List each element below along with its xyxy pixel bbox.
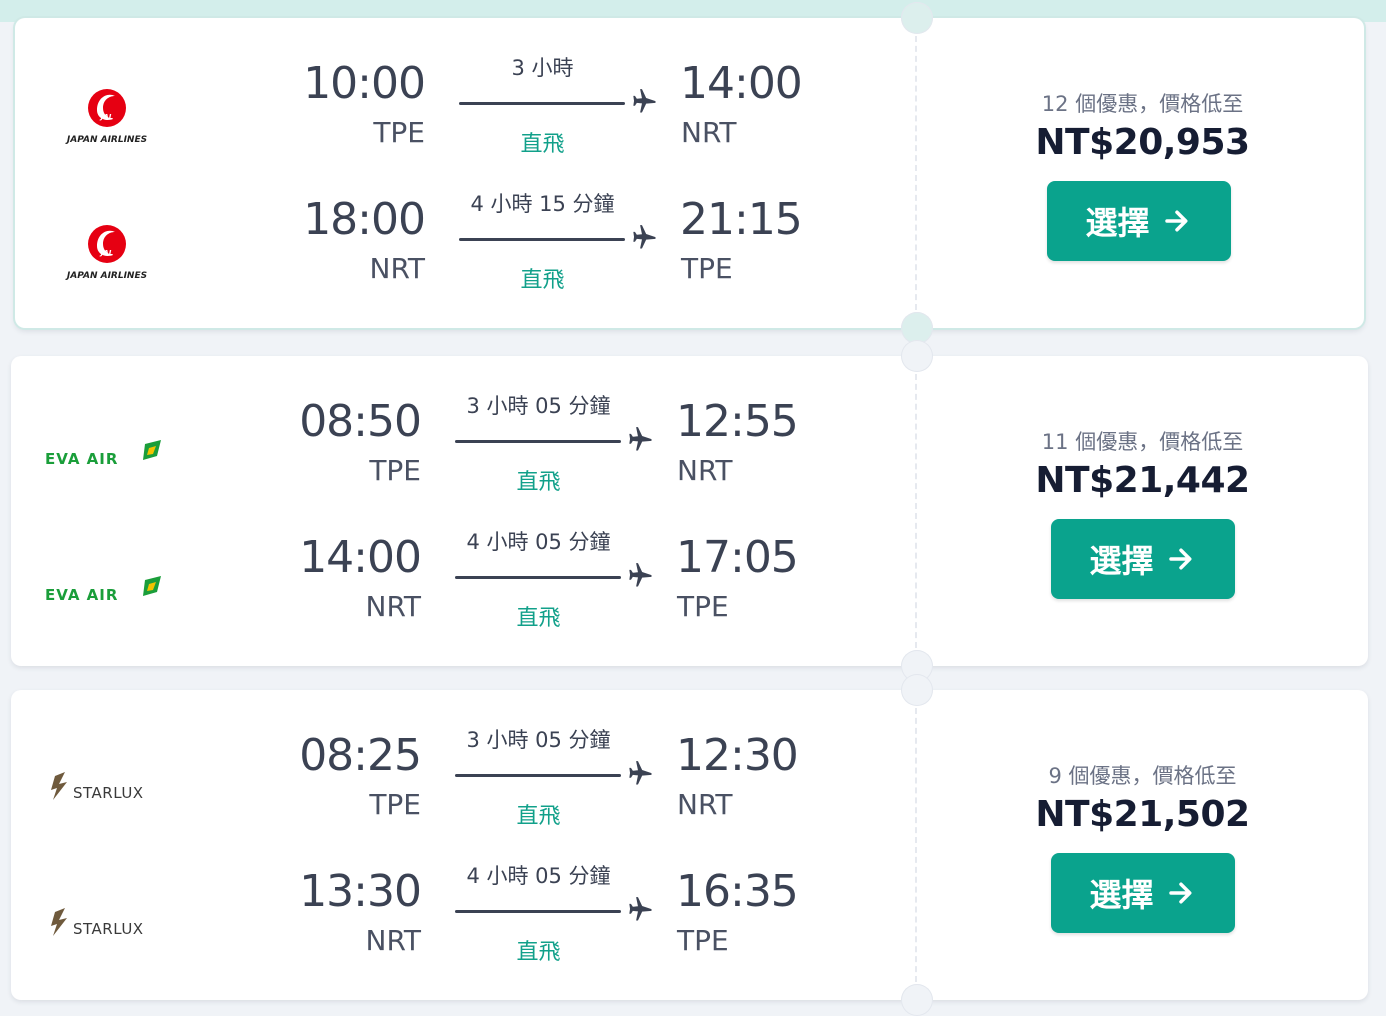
deals-count: 12 個優惠，價格低至 [1041,92,1244,116]
airplane-icon [627,426,655,454]
select-button[interactable]: 選擇 [1050,853,1235,933]
arrival-time: 14:00 [680,58,803,109]
airline-name-text: JAPAN AIRLINES [65,271,147,280]
airline-name-text: STARLUX [73,784,144,802]
return-leg: EVA AIR 14:00 NRT 4 小時 05 分鐘 直飛 17:05 TP… [11,530,911,652]
airplane-icon [627,896,655,924]
arrival-time: 16:35 [676,866,799,917]
arrow-right-icon [1166,544,1196,574]
arrow-right-icon [1162,206,1192,236]
airline-name-text: EVA AIR [45,450,118,468]
stops-label: 直飛 [520,132,565,157]
lowest-price: NT$21,502 [1035,794,1250,835]
flight-duration: 3 小時 05 分鐘 [466,394,611,418]
stops-label: 直飛 [516,940,561,965]
lowest-price: NT$21,442 [1035,460,1250,501]
departure-time: 13:30 [299,866,422,917]
arrival-airport: NRT [681,116,737,149]
route-line [455,440,621,443]
stops-label: 直飛 [516,606,561,631]
airline-name-text: EVA AIR [45,586,118,604]
eva-air-logo: EVA AIR [41,424,171,482]
starlux-logo: STARLUX [41,758,171,816]
airline-name-text: STARLUX [73,920,144,938]
price-panel: 11 個優惠，價格低至 NT$21,442 選擇 [917,356,1368,666]
starlux-logo: STARLUX [41,894,171,952]
arrival-airport: TPE [677,590,729,623]
airplane-icon [627,562,655,590]
departure-airport: TPE [369,454,421,487]
flight-duration: 3 小時 [511,56,574,80]
departure-airport: TPE [369,788,421,821]
arrival-time: 12:55 [676,396,799,447]
lowest-price: NT$20,953 [1035,122,1250,163]
departure-time: 18:00 [303,194,426,245]
price-panel: 12 個優惠，價格低至 NT$20,953 選擇 [921,18,1364,328]
route-line [455,910,621,913]
arrival-time: 12:30 [676,730,799,781]
airline-name-text: JAPAN AIRLINES [65,135,147,144]
svg-text:JAL: JAL [99,113,113,121]
select-button[interactable]: 選擇 [1046,181,1231,261]
airplane-icon [631,224,659,252]
deals-count: 9 個優惠，價格低至 [1048,764,1237,788]
route-line [459,102,625,105]
airplane-icon [631,88,659,116]
departure-time: 14:00 [299,532,422,583]
card-divider [915,36,917,310]
route-line [459,238,625,241]
flight-result-card[interactable]: STARLUX 08:25 TPE 3 小時 05 分鐘 直飛 12:30 NR… [11,674,1368,1016]
route-line [455,576,621,579]
departure-time: 08:50 [299,396,422,447]
flight-duration: 4 小時 05 分鐘 [466,864,611,888]
outbound-leg: JAL JAPAN AIRLINES 10:00 TPE 3 小時 直飛 14:… [15,56,915,178]
flight-duration: 4 小時 15 分鐘 [470,192,615,216]
flight-result-card[interactable]: JAL JAPAN AIRLINES 10:00 TPE 3 小時 直飛 14:… [15,2,1364,344]
return-leg: JAL JAPAN AIRLINES 18:00 NRT 4 小時 15 分鐘 … [15,192,915,314]
japan-airlines-logo: JAL JAPAN AIRLINES [45,86,175,145]
outbound-leg: STARLUX 08:25 TPE 3 小時 05 分鐘 直飛 12:30 NR… [11,728,911,850]
departure-airport: NRT [365,924,421,957]
departure-time: 10:00 [303,58,426,109]
arrival-time: 17:05 [676,532,799,583]
eva-air-logo: EVA AIR [41,560,171,618]
svg-text:JAL: JAL [99,249,113,257]
arrival-airport: NRT [677,788,733,821]
departure-time: 08:25 [299,730,422,781]
departure-airport: NRT [365,590,421,623]
return-leg: STARLUX 13:30 NRT 4 小時 05 分鐘 直飛 16:35 TP… [11,864,911,986]
flight-result-card[interactable]: EVA AIR 08:50 TPE 3 小時 05 分鐘 直飛 12:55 NR… [11,340,1368,682]
stops-label: 直飛 [516,804,561,829]
flight-duration: 3 小時 05 分鐘 [466,728,611,752]
arrival-airport: TPE [681,252,733,285]
airplane-icon [627,760,655,788]
flight-duration: 4 小時 05 分鐘 [466,530,611,554]
departure-airport: NRT [369,252,425,285]
select-button-label: 選擇 [1089,876,1154,914]
arrival-time: 21:15 [680,194,803,245]
select-button-label: 選擇 [1085,204,1150,242]
select-button-label: 選擇 [1089,542,1154,580]
stops-label: 直飛 [520,268,565,293]
arrival-airport: NRT [677,454,733,487]
outbound-leg: EVA AIR 08:50 TPE 3 小時 05 分鐘 直飛 12:55 NR… [11,394,911,516]
stops-label: 直飛 [516,470,561,495]
arrow-right-icon [1166,878,1196,908]
select-button[interactable]: 選擇 [1050,519,1235,599]
arrival-airport: TPE [677,924,729,957]
departure-airport: TPE [373,116,425,149]
deals-count: 11 個優惠，價格低至 [1041,430,1244,454]
japan-airlines-logo: JAL JAPAN AIRLINES [45,222,175,281]
price-panel: 9 個優惠，價格低至 NT$21,502 選擇 [917,690,1368,1000]
route-line [455,774,621,777]
